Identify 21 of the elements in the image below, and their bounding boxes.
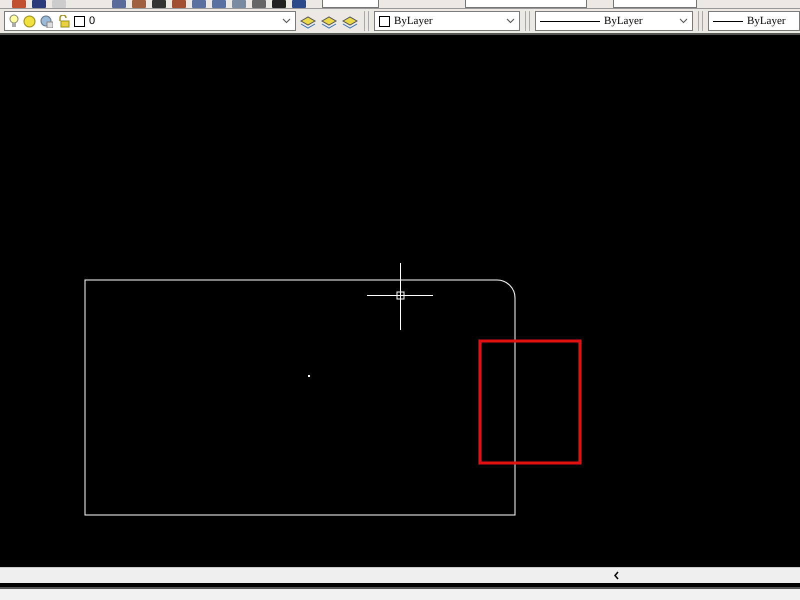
padlock-icon[interactable] (57, 14, 70, 28)
color-swatch-icon (74, 16, 85, 27)
linetype-dropdown[interactable]: ByLayer (535, 11, 693, 32)
layer-dropdown[interactable]: 0 (4, 11, 296, 32)
dropdown-caret-icon[interactable] (679, 18, 688, 24)
lineweight-dropdown[interactable]: ByLayer (708, 11, 800, 32)
sun-icon[interactable] (23, 14, 36, 28)
point-mark (308, 375, 310, 378)
color-swatch-icon (379, 16, 390, 27)
color-dropdown[interactable]: ByLayer (374, 11, 520, 32)
linetype-value: ByLayer (604, 15, 644, 28)
line-sample-icon (540, 20, 600, 22)
lineweight-value: ByLayer (747, 15, 786, 28)
horizontal-scrollbar[interactable] (0, 567, 800, 583)
crosshair-cursor-icon (366, 262, 434, 331)
dropdown-caret-icon[interactable] (282, 18, 291, 24)
lightbulb-icon[interactable] (9, 14, 19, 28)
dropdown-caret-icon[interactable] (506, 18, 515, 24)
layer-name: 0 (89, 15, 96, 28)
line-sample-icon (713, 20, 743, 22)
color-value: ByLayer (394, 15, 434, 28)
